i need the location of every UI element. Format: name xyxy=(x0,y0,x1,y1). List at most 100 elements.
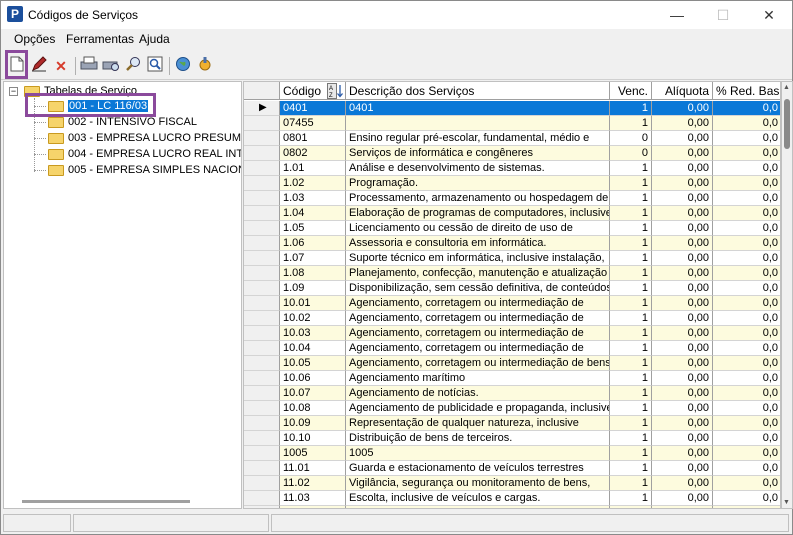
cell-descricao[interactable]: Disponibilização, sem cessão definitiva,… xyxy=(346,281,610,296)
row-indicator[interactable] xyxy=(244,431,280,446)
cell-descricao[interactable]: 1005 xyxy=(346,446,610,461)
cell-red-base[interactable]: 0,0 xyxy=(713,446,780,461)
table-row[interactable]: 10.06 Agenciamento marítimo 1 0,00 0,0 xyxy=(244,371,780,386)
table-row[interactable]: 1.06 Assessoria e consultoria em informát… xyxy=(244,236,780,251)
cell-codigo[interactable]: 11.02 xyxy=(280,476,346,491)
cell-codigo[interactable]: 10.05 xyxy=(280,356,346,371)
table-row[interactable]: 1.05 Licenciamento ou cessão de direito d… xyxy=(244,221,780,236)
cell-aliquota[interactable]: 0,00 xyxy=(652,431,713,446)
cell-red-base[interactable]: 0,0 xyxy=(713,356,780,371)
cell-venc[interactable]: 1 xyxy=(610,386,652,401)
cell-venc[interactable]: 1 xyxy=(610,221,652,236)
cell-aliquota[interactable]: 0,00 xyxy=(652,116,713,131)
cell-venc[interactable]: 1 xyxy=(610,311,652,326)
cell-red-base[interactable]: 0,0 xyxy=(713,236,780,251)
menu-ferramentas[interactable]: Ferramentas xyxy=(66,32,134,46)
cell-descricao[interactable]: Representação de qualquer natureza, incl… xyxy=(346,416,610,431)
menu-ajuda[interactable]: Ajuda xyxy=(139,32,170,46)
cell-codigo[interactable]: 10.08 xyxy=(280,401,346,416)
cell-codigo[interactable]: 1.08 xyxy=(280,266,346,281)
maximize-button[interactable]: ☐ xyxy=(700,1,746,29)
cell-venc[interactable]: 1 xyxy=(610,176,652,191)
table-row[interactable]: 0802 Serviços de informática e congêneres… xyxy=(244,146,780,161)
cell-codigo[interactable]: 11.01 xyxy=(280,461,346,476)
table-row[interactable]: 10.09 Representação de qualquer natureza,… xyxy=(244,416,780,431)
cell-red-base[interactable]: 0,0 xyxy=(713,296,780,311)
row-indicator[interactable] xyxy=(244,461,280,476)
table-row[interactable]: 10.01 Agenciamento, corretagem ou interme… xyxy=(244,296,780,311)
cell-descricao[interactable]: 0401 xyxy=(346,101,610,116)
row-indicator[interactable] xyxy=(244,491,280,506)
column-header-codigo[interactable]: Código AZ xyxy=(280,82,346,100)
cell-red-base[interactable]: 0,0 xyxy=(713,281,780,296)
cell-codigo[interactable]: 10.09 xyxy=(280,416,346,431)
cell-descricao[interactable]: Agenciamento, corretagem ou intermediaçã… xyxy=(346,311,610,326)
cell-red-base[interactable]: 0,0 xyxy=(713,161,780,176)
cell-red-base[interactable]: 0,0 xyxy=(713,506,780,508)
cell-aliquota[interactable]: 0,00 xyxy=(652,371,713,386)
tree-item-002[interactable]: 002 - INTENSIVO FISCAL xyxy=(48,115,197,130)
table-row[interactable]: 10.04 Agenciamento, corretagem ou interme… xyxy=(244,341,780,356)
cell-codigo[interactable]: 10.01 xyxy=(280,296,346,311)
cell-aliquota[interactable]: 0,00 xyxy=(652,221,713,236)
cell-aliquota[interactable]: 0,00 xyxy=(652,101,713,116)
cell-descricao[interactable]: Ensino regular pré-escolar, fundamental,… xyxy=(346,131,610,146)
cell-codigo[interactable]: 1005 xyxy=(280,446,346,461)
cell-aliquota[interactable]: 0,00 xyxy=(652,326,713,341)
cell-aliquota[interactable]: 0,00 xyxy=(652,476,713,491)
cell-aliquota[interactable]: 0,00 xyxy=(652,176,713,191)
row-indicator[interactable] xyxy=(244,371,280,386)
cell-codigo[interactable]: 10.07 xyxy=(280,386,346,401)
cell-descricao[interactable]: Análise e desenvolvimento de sistemas. xyxy=(346,161,610,176)
cell-descricao[interactable]: Licenciamento ou cessão de direito de us… xyxy=(346,221,610,236)
zoom-icon[interactable] xyxy=(145,56,165,76)
cell-red-base[interactable]: 0,0 xyxy=(713,476,780,491)
cell-red-base[interactable]: 0,0 xyxy=(713,146,780,161)
table-row[interactable]: 10.03 Agenciamento, corretagem ou interme… xyxy=(244,326,780,341)
table-row[interactable]: 1.01 Análise e desenvolvimento de sistema… xyxy=(244,161,780,176)
cell-codigo[interactable]: 1.03 xyxy=(280,191,346,206)
row-indicator[interactable] xyxy=(244,131,280,146)
title-bar[interactable]: P Códigos de Serviços — ☐ ✕ xyxy=(1,1,792,29)
cell-aliquota[interactable]: 0,00 xyxy=(652,416,713,431)
scroll-thumb[interactable] xyxy=(784,99,790,149)
row-indicator[interactable] xyxy=(244,146,280,161)
cell-venc[interactable]: 1 xyxy=(610,281,652,296)
row-indicator[interactable] xyxy=(244,311,280,326)
row-indicator[interactable] xyxy=(244,116,280,131)
cell-venc[interactable]: 1 xyxy=(610,191,652,206)
cell-red-base[interactable]: 0,0 xyxy=(713,416,780,431)
cell-descricao[interactable] xyxy=(346,116,610,131)
cell-codigo[interactable]: 11.04 xyxy=(280,506,346,508)
cell-descricao[interactable]: Agenciamento, corretagem ou intermediaçã… xyxy=(346,326,610,341)
cell-aliquota[interactable]: 0,00 xyxy=(652,446,713,461)
cell-venc[interactable]: 1 xyxy=(610,251,652,266)
cell-red-base[interactable]: 0,0 xyxy=(713,191,780,206)
column-header-red-base[interactable]: % Red. Bas xyxy=(713,82,780,100)
delete-x-icon[interactable]: ✕ xyxy=(51,56,71,76)
cell-descricao[interactable]: Assessoria e consultoria em informática. xyxy=(346,236,610,251)
column-header-venc[interactable]: Venc. xyxy=(610,82,652,100)
cell-descricao[interactable]: Planejamento, confecção, manutenção e at… xyxy=(346,266,610,281)
close-window-button[interactable]: ✕ xyxy=(746,1,792,29)
row-indicator[interactable] xyxy=(244,281,280,296)
cell-aliquota[interactable]: 0,00 xyxy=(652,131,713,146)
cell-venc[interactable]: 1 xyxy=(610,491,652,506)
cell-venc[interactable]: 1 xyxy=(610,461,652,476)
column-header-aliquota[interactable]: Alíquota xyxy=(652,82,713,100)
cell-aliquota[interactable]: 0,00 xyxy=(652,146,713,161)
row-indicator[interactable] xyxy=(244,341,280,356)
cell-descricao[interactable]: Agenciamento, corretagem ou intermediaçã… xyxy=(346,341,610,356)
tree-collapse-icon[interactable]: − xyxy=(9,87,18,96)
table-row[interactable]: 1.07 Suporte técnico em informática, incl… xyxy=(244,251,780,266)
cell-venc[interactable]: 1 xyxy=(610,371,652,386)
row-indicator[interactable] xyxy=(244,221,280,236)
cell-red-base[interactable]: 0,0 xyxy=(713,371,780,386)
cell-codigo[interactable]: 0801 xyxy=(280,131,346,146)
az-sort-icon[interactable]: AZ xyxy=(327,83,343,99)
cell-codigo[interactable]: 1.02 xyxy=(280,176,346,191)
cell-venc[interactable]: 0 xyxy=(610,131,652,146)
cell-codigo[interactable]: 10.10 xyxy=(280,431,346,446)
print-icon[interactable] xyxy=(79,56,99,76)
cell-venc[interactable]: 1 xyxy=(610,326,652,341)
